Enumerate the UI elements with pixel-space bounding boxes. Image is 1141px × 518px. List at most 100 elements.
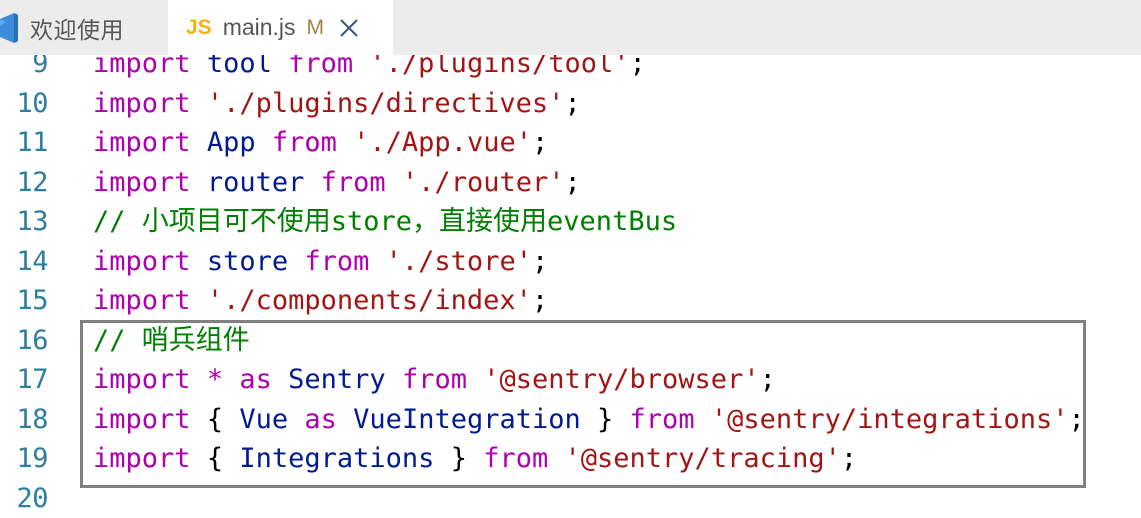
code-line[interactable]: 15 import './components/index';: [0, 281, 1141, 321]
code-token: // 哨兵组件: [93, 325, 250, 356]
code-token: import: [93, 285, 191, 316]
line-number: 17: [0, 360, 48, 400]
code-token: [191, 127, 207, 158]
editor-surface[interactable]: 9import tool from './plugins/tool';10imp…: [0, 0, 1141, 512]
code-token: ;: [532, 127, 548, 158]
code-line[interactable]: 17 import * as Sentry from '@sentry/brows…: [0, 360, 1141, 400]
code-token: Vue: [239, 404, 288, 435]
code-token: {: [207, 404, 223, 435]
editor-tab-bar: 欢迎使用 JS main.js M: [0, 0, 1141, 55]
code-token: './App.vue': [353, 127, 532, 158]
tab-welcome[interactable]: 欢迎使用: [0, 0, 168, 55]
code-token: '@sentry/tracing': [565, 443, 841, 474]
code-lines-container[interactable]: 9import tool from './plugins/tool';10imp…: [0, 44, 1141, 518]
code-token: [272, 364, 288, 395]
code-line[interactable]: 13 // 小项目可不使用store，直接使用eventBus: [0, 202, 1141, 242]
code-token: '@sentry/integrations': [711, 404, 1069, 435]
code-token: VueIntegration: [353, 404, 581, 435]
line-code[interactable]: import './components/index';: [93, 281, 548, 321]
code-token: './plugins/directives': [207, 88, 565, 119]
line-number: 16: [0, 321, 48, 361]
line-number: 20: [0, 479, 48, 518]
line-number: 10: [0, 84, 48, 124]
code-token: [288, 246, 304, 277]
vscode-logo-icon: [0, 13, 20, 43]
code-token: [191, 443, 207, 474]
code-token: import: [93, 364, 191, 395]
code-token: [695, 404, 711, 435]
code-token: import: [93, 88, 191, 119]
code-token: [191, 285, 207, 316]
code-token: import: [93, 404, 191, 435]
code-token: [191, 246, 207, 277]
code-token: [223, 404, 239, 435]
code-line[interactable]: 20: [0, 479, 1141, 518]
line-code[interactable]: import App from './App.vue';: [93, 123, 548, 163]
code-token: [369, 246, 385, 277]
code-token: import: [93, 246, 191, 277]
line-code[interactable]: import router from './router';: [93, 163, 581, 203]
code-token: ;: [532, 246, 548, 277]
code-line[interactable]: 10 import './plugins/directives';: [0, 84, 1141, 124]
code-line[interactable]: 18 import { Vue as VueIntegration } from …: [0, 400, 1141, 440]
line-code[interactable]: import * as Sentry from '@sentry/browser…: [93, 360, 776, 400]
tab-main-js-label: main.js: [223, 14, 296, 41]
code-token: from: [272, 127, 337, 158]
code-line[interactable]: 19 import { Integrations } from '@sentry/…: [0, 439, 1141, 479]
code-token: [337, 127, 353, 158]
code-token: [337, 404, 353, 435]
code-token: [548, 443, 564, 474]
code-token: [386, 167, 402, 198]
js-file-icon: JS: [186, 16, 212, 40]
code-token: Sentry: [288, 364, 386, 395]
code-token: [223, 443, 239, 474]
code-token: from: [630, 404, 695, 435]
line-number: 15: [0, 281, 48, 321]
code-token: Integrations: [239, 443, 434, 474]
code-token: [191, 167, 207, 198]
tab-main-js[interactable]: JS main.js M: [168, 0, 393, 55]
code-token: from: [483, 443, 548, 474]
code-token: './router': [402, 167, 565, 198]
code-token: // 小项目可不使用store，直接使用eventBus: [93, 206, 677, 237]
code-token: ;: [841, 443, 857, 474]
code-token: [191, 404, 207, 435]
line-code[interactable]: // 哨兵组件: [93, 321, 250, 361]
code-token: {: [207, 443, 223, 474]
line-code[interactable]: import { Integrations } from '@sentry/tr…: [93, 439, 857, 479]
line-code[interactable]: import './plugins/directives';: [93, 84, 581, 124]
code-token: import: [93, 127, 191, 158]
code-token: [223, 364, 239, 395]
line-number: 12: [0, 163, 48, 203]
code-token: }: [451, 443, 467, 474]
close-icon[interactable]: [338, 17, 360, 39]
code-line[interactable]: 16 // 哨兵组件: [0, 321, 1141, 361]
tab-welcome-label: 欢迎使用: [30, 11, 124, 45]
line-code[interactable]: import store from './store';: [93, 242, 548, 282]
vscode-editor-window: 9import tool from './plugins/tool';10imp…: [0, 0, 1141, 512]
code-token: ;: [1068, 404, 1084, 435]
line-number: 19: [0, 439, 48, 479]
line-code[interactable]: // 小项目可不使用store，直接使用eventBus: [93, 202, 677, 242]
line-number: 13: [0, 202, 48, 242]
code-token: ;: [564, 167, 580, 198]
code-token: App: [207, 127, 256, 158]
code-line[interactable]: 12 import router from './router';: [0, 163, 1141, 203]
tab-modified-indicator: M: [307, 16, 325, 40]
code-token: as: [239, 364, 272, 395]
code-token: ;: [532, 285, 548, 316]
code-token: [434, 443, 450, 474]
code-token: ;: [760, 364, 776, 395]
code-token: [386, 364, 402, 395]
code-line[interactable]: 11 import App from './App.vue';: [0, 123, 1141, 163]
code-token: }: [597, 404, 613, 435]
line-code[interactable]: import { Vue as VueIntegration } from '@…: [93, 400, 1085, 440]
code-token: '@sentry/browser': [483, 364, 759, 395]
code-token: from: [304, 246, 369, 277]
code-token: [304, 167, 320, 198]
code-token: './components/index': [207, 285, 532, 316]
code-line[interactable]: 14import store from './store';: [0, 242, 1141, 282]
code-token: from: [321, 167, 386, 198]
line-number: 11: [0, 123, 48, 163]
line-number: 18: [0, 400, 48, 440]
